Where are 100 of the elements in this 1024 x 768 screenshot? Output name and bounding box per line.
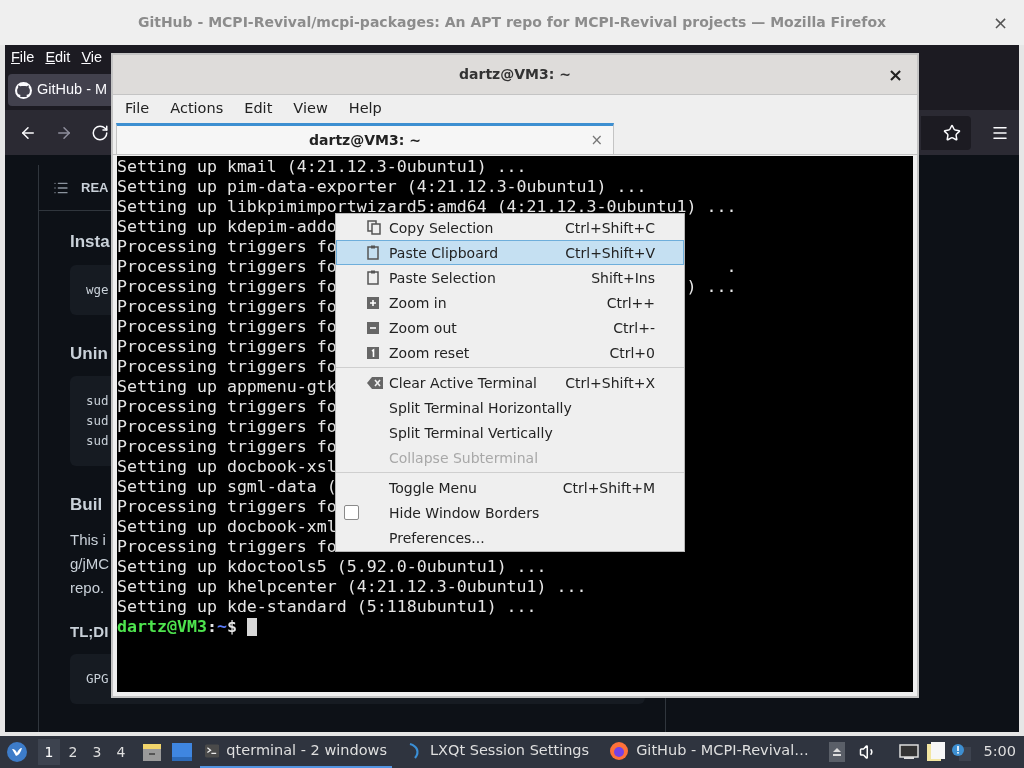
minus-icon — [367, 321, 379, 334]
code-line: sud — [86, 412, 109, 430]
menu-item[interactable]: Edit — [244, 97, 273, 120]
shortcut-label: Ctrl++ — [606, 293, 655, 313]
shortcut-label: Ctrl+0 — [609, 343, 655, 363]
menu-item[interactable]: Hide Window Borders — [336, 500, 684, 525]
task-button[interactable]: GitHub - MCPI-Revival… — [604, 736, 814, 768]
menu-item[interactable]: File — [11, 46, 35, 69]
menu-item[interactable]: Vie — [81, 46, 103, 69]
shortcut-label: Ctrl+Shift+X — [565, 373, 655, 393]
terminal-line: Processing triggers fo — [117, 437, 337, 457]
shortcut-label: Ctrl+Shift+C — [565, 218, 655, 238]
browser-icon — [609, 741, 630, 761]
terminal-line: Setting up khelpcenter (4:21.12.3-0ubuntu1) ... — [117, 577, 587, 597]
terminal-line: Processing triggers fo — [117, 397, 337, 417]
close-tab-icon[interactable]: × — [590, 132, 603, 148]
menu-item[interactable]: View — [293, 97, 328, 120]
start-menu-icon[interactable] — [6, 741, 28, 763]
task-button[interactable]: qterminal - 2 windows — [200, 736, 392, 768]
terminal-line: Setting up docbook-xsl — [117, 457, 337, 477]
terminal-line: Setting up kdoctools5 (5.92.0-0ubuntu1) ... — [117, 557, 547, 577]
menu-item[interactable]: Clear Active Terminal Ctrl+Shift+X — [336, 370, 684, 395]
menu-item[interactable]: Help — [348, 97, 382, 120]
clipboard-icon — [367, 245, 379, 260]
terminal-line: Processing triggers fo — [117, 277, 337, 297]
close-button[interactable]: × — [992, 13, 1008, 32]
readme-title: REA — [81, 178, 109, 197]
window-title: dartz@VM3: ~ — [459, 65, 571, 84]
code-line: GPG — [86, 669, 109, 688]
shortcut-label: Ctrl+Shift+V — [565, 243, 655, 263]
notes-icon[interactable] — [927, 742, 946, 762]
terminal-line: Processing triggers fo — [117, 297, 337, 317]
terminal-line: Processing triggers fo — [117, 497, 337, 517]
menu-item[interactable]: Zoom out Ctrl+- — [336, 315, 684, 340]
plus-icon — [367, 296, 379, 309]
terminal-line: Setting up pim-data-exporter (4:21.12.3-0ubuntu1) ... — [117, 177, 647, 197]
clock[interactable]: 5:00 — [983, 741, 1016, 763]
terminal-line: Processing triggers fo — [117, 237, 337, 257]
section-heading: Insta — [70, 232, 110, 251]
shortcut-label: Ctrl+- — [613, 318, 655, 338]
terminal-line: ) ... — [686, 277, 737, 297]
clipboard-icon — [367, 270, 379, 285]
terminal-line: Setting up kmail (4:21.12.3-0ubuntu1) ... — [117, 157, 527, 177]
terminal-line: Processing triggers fo — [117, 257, 337, 277]
menu-item[interactable]: Zoom in Ctrl++ — [336, 290, 684, 315]
notification-icon[interactable] — [951, 743, 972, 761]
copy-icon — [367, 220, 381, 235]
menu-item[interactable]: Toggle Menu Ctrl+Shift+M — [336, 475, 684, 500]
menu-item[interactable]: Preferences... — [336, 525, 684, 550]
terminal-line: Setting up appmenu-gtk — [117, 377, 337, 397]
code-line: sud — [86, 432, 109, 450]
menu-item[interactable]: Paste Clipboard Ctrl+Shift+V — [336, 240, 684, 265]
menu-item[interactable]: Copy Selection Ctrl+Shift+C — [336, 215, 684, 240]
eject-icon[interactable] — [829, 742, 846, 762]
terminal-line: Processing triggers fo — [117, 317, 337, 337]
terminal-line: Processing triggers fo — [117, 357, 337, 377]
terminal-line: Setting up kdepim-addo — [117, 217, 337, 237]
terminal-line: Processing triggers fo — [117, 537, 337, 557]
close-button[interactable]: × — [887, 65, 903, 84]
menu-item[interactable]: Edit — [45, 46, 71, 69]
task-button[interactable]: LXQt Session Settings — [402, 736, 595, 768]
terminal-tab[interactable]: dartz@VM3: ~ × — [116, 123, 614, 154]
menu-item[interactable]: Split Terminal Horizontally — [336, 395, 684, 420]
menu-item[interactable]: Paste Selection Shift+Ins — [336, 265, 684, 290]
section-heading: Buil — [70, 495, 103, 514]
prompt-path: ~ — [216, 617, 227, 637]
desktop-switch[interactable]: 4 — [110, 739, 132, 765]
menu-item[interactable]: Actions — [170, 97, 224, 120]
section-heading: TL;DI — [70, 622, 109, 640]
terminal-icon — [205, 743, 220, 759]
prompt-colon: : — [206, 617, 217, 637]
reload-icon[interactable] — [91, 123, 109, 142]
checkbox[interactable] — [344, 505, 359, 520]
terminal-line: Setting up kde-standard (5:118ubuntu1) ... — [117, 597, 537, 617]
code-line: sud — [86, 392, 109, 410]
terminal-line: Processing triggers fo — [117, 417, 337, 437]
terminal-line: Setting up docbook-xml — [117, 517, 337, 537]
address-bar[interactable] — [921, 115, 971, 150]
code-line: wge — [86, 280, 109, 299]
one-icon — [367, 346, 379, 359]
terminal-line: . — [726, 257, 737, 277]
shortcut-label: Ctrl+Shift+M — [562, 478, 655, 498]
section-heading: Unin — [70, 343, 108, 363]
file-cabinet-icon[interactable] — [142, 742, 162, 762]
browser-tab[interactable]: GitHub - M — [8, 74, 111, 106]
desktop-switch[interactable]: 2 — [62, 739, 84, 765]
desktop-switch[interactable]: 3 — [86, 739, 108, 765]
shortcut-label: Shift+Ins — [591, 268, 655, 288]
terminal-line: Setting up sgml-data ( — [117, 477, 337, 497]
desktop-switch[interactable]: 1 — [38, 739, 60, 765]
paragraph-line: g/jMC — [70, 553, 110, 574]
terminal-line: Setting up libkpimimportwizard5:amd64 (4:21.12.3-0ubuntu1) ... — [117, 197, 737, 217]
menu-item[interactable]: Zoom reset Ctrl+0 — [336, 340, 684, 365]
paragraph-line: repo. — [70, 577, 105, 598]
backspace-icon — [367, 376, 383, 389]
prompt-symbol: $ — [226, 617, 237, 637]
bookmark-star-icon[interactable] — [943, 123, 961, 142]
menu-item[interactable]: Split Terminal Vertically — [336, 420, 684, 445]
text-cursor — [246, 618, 257, 636]
menu-item[interactable]: File — [125, 97, 150, 120]
